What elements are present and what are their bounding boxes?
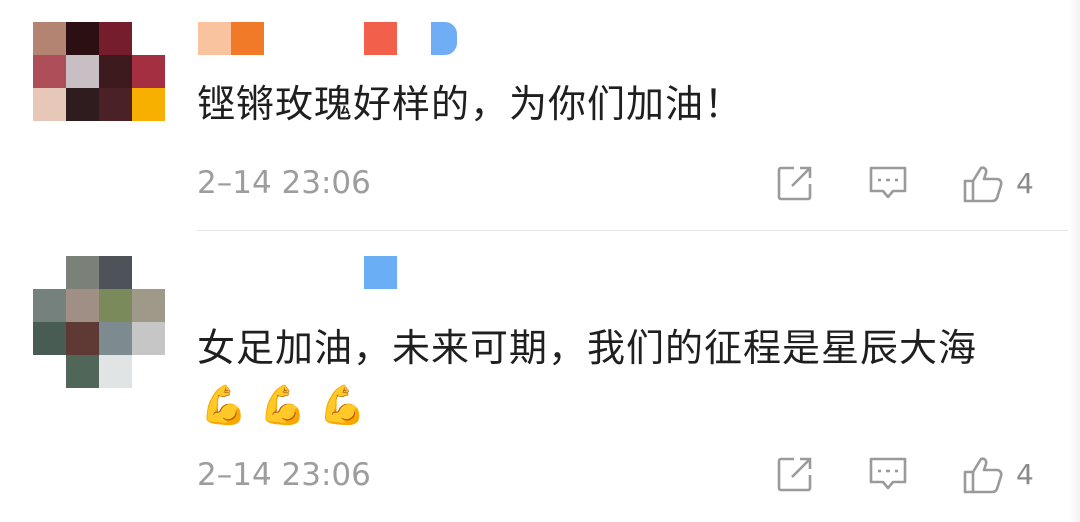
avatar-pixel <box>99 355 132 388</box>
avatar-pixel <box>132 88 165 121</box>
timestamp: 2–14 23:06 <box>197 457 371 493</box>
username[interactable] <box>198 256 438 289</box>
avatar-pixel <box>66 289 99 322</box>
avatar-pixel <box>66 22 99 55</box>
comment-item: 女足加油，未来可期，我们的征程是星辰大海 💪💪💪 2–14 23:06 4 <box>0 231 1080 522</box>
comment-text: 铿锵玫瑰好样的，为你们加油！ <box>197 82 744 126</box>
avatar-pixel <box>132 22 165 55</box>
share-icon <box>776 164 814 202</box>
share-icon <box>776 455 814 493</box>
avatar-pixel <box>132 289 165 322</box>
avatar-pixel <box>33 289 66 322</box>
username-pixel <box>364 22 397 55</box>
thumbs-up-icon <box>962 455 1004 495</box>
comment-emoji: 💪💪💪 <box>200 383 378 427</box>
avatar-pixel <box>132 355 165 388</box>
like-count: 4 <box>1016 458 1034 491</box>
avatar-pixel <box>99 289 132 322</box>
avatar-pixel <box>99 55 132 88</box>
comment-icon <box>868 164 908 202</box>
avatar-pixel <box>66 88 99 121</box>
avatar-pixel <box>132 55 165 88</box>
avatar-pixel <box>99 322 132 355</box>
comment-item: 铿锵玫瑰好样的，为你们加油！ 2–14 23:06 4 <box>0 0 1080 230</box>
like-count: 4 <box>1016 167 1034 200</box>
avatar-pixel <box>132 256 165 289</box>
timestamp: 2–14 23:06 <box>197 165 371 201</box>
username-pixel <box>364 256 397 289</box>
share-button[interactable] <box>776 455 814 493</box>
avatar-pixel <box>33 22 66 55</box>
username[interactable] <box>198 22 468 55</box>
avatar-pixel <box>66 322 99 355</box>
avatar-pixel <box>66 256 99 289</box>
avatar-pixel <box>132 322 165 355</box>
avatar-pixel <box>33 355 66 388</box>
username-pixel <box>431 22 457 55</box>
avatar[interactable] <box>33 256 165 388</box>
avatar-pixel <box>99 256 132 289</box>
comment-button[interactable] <box>868 164 908 202</box>
thumbs-up-icon <box>962 164 1004 204</box>
share-button[interactable] <box>776 164 814 202</box>
username-pixel <box>198 22 231 55</box>
avatar-pixel <box>33 256 66 289</box>
comment-icon <box>868 455 908 493</box>
avatar-pixel <box>66 355 99 388</box>
like-button[interactable]: 4 <box>962 164 1034 204</box>
avatar-pixel <box>33 88 66 121</box>
comment-text: 女足加油，未来可期，我们的征程是星辰大海 <box>197 326 978 370</box>
username-pixel <box>231 22 264 55</box>
avatar-pixel <box>99 88 132 121</box>
avatar-pixel <box>33 55 66 88</box>
avatar-pixel <box>99 22 132 55</box>
like-button[interactable]: 4 <box>962 455 1034 495</box>
avatar-pixel <box>66 55 99 88</box>
scrollbar[interactable] <box>1068 0 1080 522</box>
avatar[interactable] <box>33 22 165 121</box>
avatar-pixel <box>33 322 66 355</box>
comment-button[interactable] <box>868 455 908 493</box>
